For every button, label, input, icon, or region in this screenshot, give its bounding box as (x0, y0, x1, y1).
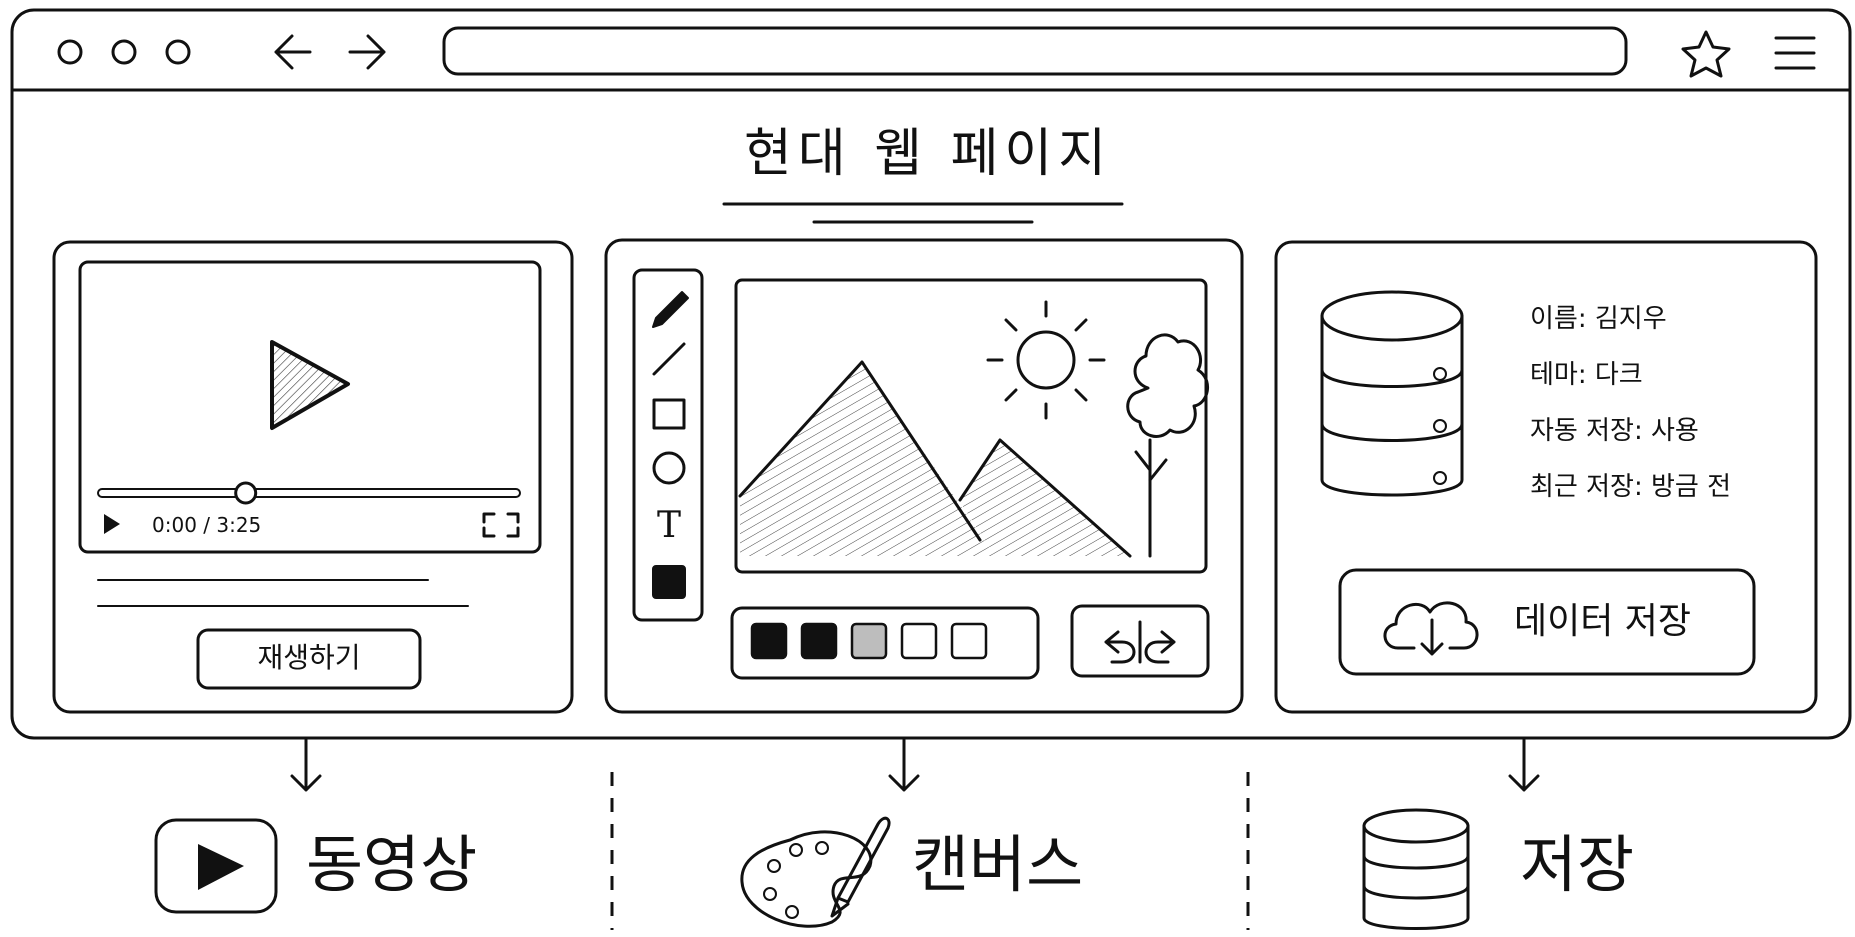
arrow-to-video (290, 738, 322, 792)
big-play-icon[interactable] (270, 340, 350, 430)
address-bar[interactable] (442, 26, 1628, 76)
legend-label-video: 동영상 (306, 828, 478, 901)
database-icon (1320, 290, 1464, 497)
palette-brush-icon (740, 816, 891, 928)
storage-row-last-saved: 최근 저장: 방금 전 (1530, 472, 1731, 502)
storage-row-theme: 테마: 다크 (1530, 360, 1643, 390)
text-tool-icon[interactable]: T (654, 508, 684, 544)
video-progress-track[interactable] (97, 488, 521, 498)
play-button[interactable]: 재생하기 (198, 644, 420, 672)
window-dot-close[interactable] (57, 39, 83, 65)
arrow-to-storage (1508, 738, 1540, 792)
video-time: 0:00 / 3:25 (152, 513, 262, 537)
pencil-icon[interactable] (652, 291, 689, 328)
rectangle-icon[interactable] (652, 398, 686, 430)
page-title: 현대 웹 페이지 (744, 124, 1113, 184)
tree-drawing (1126, 333, 1209, 558)
storage-row-autosave: 자동 저장: 사용 (1530, 416, 1699, 446)
redo-icon[interactable] (1144, 630, 1176, 664)
video-progress-knob[interactable] (234, 481, 258, 505)
window-dot-maximize[interactable] (165, 39, 191, 65)
undo-icon[interactable] (1104, 630, 1136, 664)
color-swatch-4[interactable] (900, 622, 938, 660)
legend-label-canvas: 캔버스 (912, 828, 1084, 901)
line-icon[interactable] (652, 342, 686, 376)
window-dot-minimize[interactable] (111, 39, 137, 65)
sun-drawing (986, 300, 1106, 420)
mountain-drawing (738, 360, 1132, 558)
small-play-icon[interactable] (104, 514, 120, 534)
legend-database-icon (1362, 808, 1470, 930)
storage-row-name: 이름: 김지우 (1530, 304, 1667, 334)
legend-label-storage: 저장 (1520, 828, 1635, 901)
back-arrow-icon[interactable] (274, 34, 312, 70)
arrow-to-canvas (888, 738, 920, 792)
color-swatch-1[interactable] (750, 622, 788, 660)
fullscreen-icon[interactable] (482, 512, 520, 538)
circle-icon[interactable] (652, 451, 686, 485)
color-swatch-2[interactable] (800, 622, 838, 660)
save-data-button[interactable]: 데이터 저장 (1514, 604, 1691, 640)
menu-icon[interactable] (1774, 36, 1816, 70)
color-swatch-3[interactable] (850, 622, 888, 660)
star-icon[interactable] (1681, 30, 1731, 78)
color-swatches (750, 622, 988, 660)
video-play-icon (154, 818, 278, 914)
cloud-download-icon[interactable] (1383, 601, 1479, 656)
color-swatch-5[interactable] (950, 622, 988, 660)
forward-arrow-icon[interactable] (348, 34, 386, 70)
fill-color-icon[interactable] (652, 565, 686, 599)
